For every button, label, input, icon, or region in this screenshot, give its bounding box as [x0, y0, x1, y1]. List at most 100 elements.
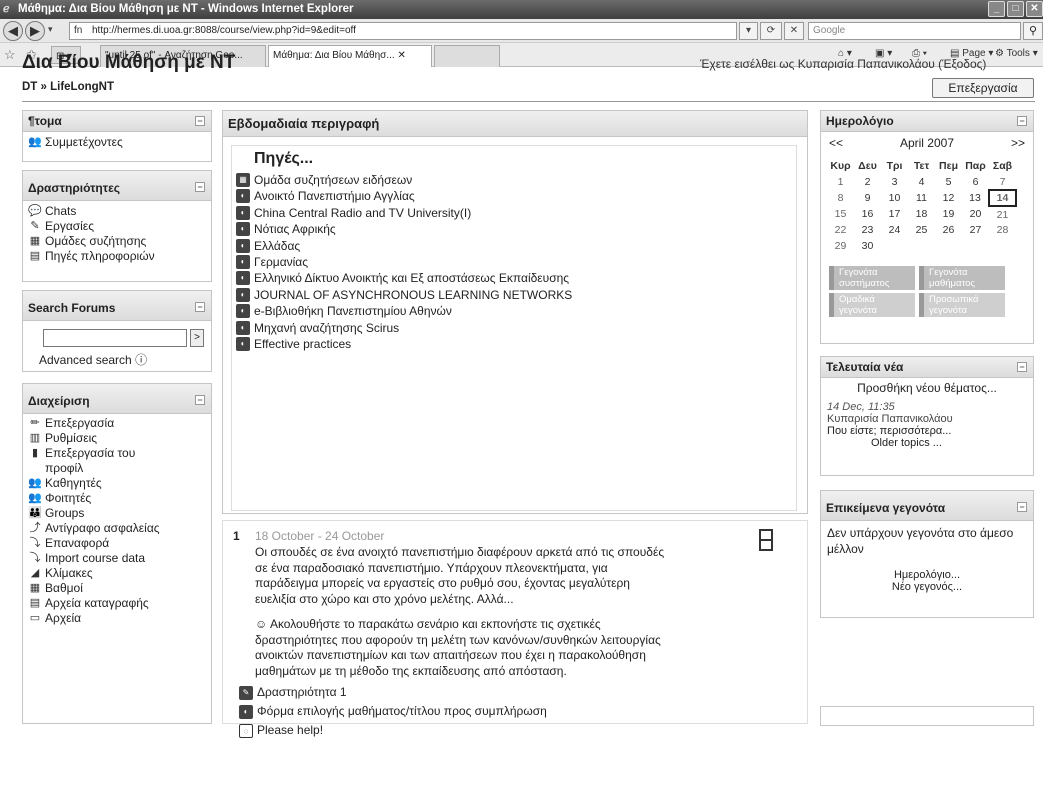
close-tab-icon[interactable]: ✕: [397, 50, 405, 61]
collapse-icon[interactable]: −: [195, 302, 205, 312]
activity-forums[interactable]: ▦ Ομάδες συζήτησης: [23, 234, 211, 249]
legend-user-events[interactable]: Προσωπικά γεγονότα: [919, 293, 1005, 317]
admin-groups[interactable]: 👪 Groups: [23, 506, 211, 521]
week-activity-label: Please help!: [257, 723, 324, 737]
login-info[interactable]: Έχετε εισέλθει ως Κυπαρισία Παπανικολάου…: [700, 57, 986, 71]
week-activity[interactable]: ◌ Please help!: [235, 721, 795, 740]
calendar-next-link[interactable]: >>: [1011, 132, 1025, 154]
collapse-icon[interactable]: −: [1017, 116, 1027, 126]
participants-label: Συμμετέχοντες: [45, 135, 123, 149]
advanced-search-link[interactable]: Advanced search ⓘ: [39, 351, 147, 368]
legend-system-events[interactable]: Γεγονότα συστήματος: [829, 266, 915, 290]
history-dropdown-icon[interactable]: ▾: [48, 24, 53, 35]
source-item[interactable]: ◐ Ελλάδας: [232, 238, 792, 254]
week-activity[interactable]: ◐ Φόρμα επιλογής μαθήματος/τίτλου προς συ…: [235, 702, 795, 721]
source-item[interactable]: ◐ Γερμανίας: [232, 254, 792, 270]
source-item[interactable]: ◐ Ανοικτό Πανεπιστήμιο Αγγλίας: [232, 188, 792, 204]
maximize-button[interactable]: □: [1007, 1, 1024, 17]
collapse-icon[interactable]: −: [1017, 502, 1027, 512]
admin-profile-edit-cont[interactable]: προφίλ: [23, 461, 211, 476]
source-item[interactable]: ◐ Effective practices: [232, 336, 792, 352]
search-input[interactable]: Google: [808, 22, 1021, 40]
source-item[interactable]: ◐ JOURNAL OF ASYNCHRONOUS LEARNING NETWOR…: [232, 287, 792, 303]
legend-course-events[interactable]: Γεγονότα μαθήματος: [919, 266, 1005, 290]
back-button[interactable]: ◀: [3, 21, 23, 41]
add-topic-link[interactable]: Προσθήκη νέου θέματος...: [821, 381, 1033, 395]
weekday: Κυρ: [830, 160, 851, 172]
source-item[interactable]: ◐ Ελληνικό Δίκτυο Ανοικτής και Εξ αποστάσ…: [232, 270, 792, 286]
logs-icon: ▤: [29, 597, 41, 609]
admin-edit[interactable]: ✏ Επεξεργασία: [23, 416, 211, 431]
forward-button[interactable]: ▶: [25, 21, 45, 41]
news-headline[interactable]: Που είστε; περισσότερα...: [821, 425, 1033, 437]
collapse-icon[interactable]: −: [195, 395, 205, 405]
calendar-link[interactable]: Ημερολόγιο...: [821, 569, 1033, 581]
source-item[interactable]: ◐ China Central Radio and TV University(I…: [232, 205, 792, 221]
resource-icon: ▤: [29, 250, 41, 262]
admin-students[interactable]: 👥 Φοιτητές: [23, 491, 211, 506]
source-label: Νότιας Αφρικής: [254, 222, 336, 237]
minimize-button[interactable]: _: [988, 1, 1005, 17]
news-author: Κυπαρισία Παπανικολάου: [827, 413, 953, 425]
stop-icon[interactable]: ✕: [784, 22, 804, 40]
calendar-day: 25: [915, 224, 928, 236]
calendar-grid: Κυρ Δευ Τρι Τετ Πεμ Παρ Σαβ 1 2 3 4 5 6 …: [827, 158, 1017, 254]
admin-logs[interactable]: ▤ Αρχεία καταγραφής: [23, 596, 211, 611]
forum-search-go-button[interactable]: >: [190, 329, 204, 347]
tools-menu[interactable]: ⚙ Tools ▾: [995, 48, 1038, 59]
admin-import[interactable]: ⤵ Import course data: [23, 551, 211, 566]
admin-backup[interactable]: ⤴ Αντίγραφο ασφαλείας: [23, 521, 211, 536]
collapse-icon[interactable]: −: [195, 116, 205, 126]
collapse-icon[interactable]: −: [1017, 362, 1027, 372]
favorites-star-icon[interactable]: ☆: [4, 47, 16, 63]
participants-link[interactable]: 👥 Συμμετέχοντες: [23, 135, 211, 150]
upcoming-events-block: Επικείμενα γεγονότα − Δεν υπάρχουν γεγονό…: [820, 490, 1034, 618]
older-topics-link[interactable]: Older topics ...: [821, 437, 1033, 449]
search-icon[interactable]: ⚲: [1023, 22, 1043, 40]
legend-group-events[interactable]: Ομαδικά γεγονότα: [829, 293, 915, 317]
help-icon[interactable]: ⓘ: [135, 353, 147, 367]
people-block-title: ¶τομα: [28, 114, 62, 128]
settings-icon: ▥: [29, 432, 41, 444]
edit-mode-button[interactable]: Επεξεργασία: [932, 78, 1034, 98]
admin-files[interactable]: ▭ Αρχεία: [23, 611, 211, 626]
new-event-link[interactable]: Νέο γεγονός...: [821, 581, 1033, 593]
admin-label: Κλίμακες: [45, 566, 93, 580]
activity-label: Πηγές πληροφοριών: [45, 249, 155, 263]
source-item[interactable]: ◐ Νότιας Αφρικής: [232, 221, 792, 237]
calendar-day: 8: [837, 192, 844, 204]
tab-course[interactable]: Μάθημα: Δια Βίου Μάθησ... ✕: [268, 45, 432, 67]
site-title: Δια Βίου Μάθηση με NT: [22, 52, 236, 73]
new-tab-button[interactable]: [434, 45, 500, 67]
calendar-day: 23: [861, 224, 874, 236]
refresh-icon[interactable]: ⟳: [760, 22, 782, 40]
close-window-button[interactable]: ✕: [1026, 1, 1043, 17]
news-date: 14 Dec, 11:35: [827, 401, 895, 413]
breadcrumb[interactable]: DT » LifeLongNT: [22, 81, 114, 93]
source-item[interactable]: ▦ Ομάδα συζητήσεων ειδήσεων: [232, 172, 792, 188]
address-dropdown-icon[interactable]: ▾: [739, 22, 758, 40]
forum-search-input[interactable]: [43, 329, 187, 347]
summary-line: ευελιξία στο χώρο και στο χρόνο μελέτης.…: [255, 591, 514, 606]
admin-grades[interactable]: ▦ Βαθμοί: [23, 581, 211, 596]
search-forums-title: Search Forums: [28, 301, 116, 315]
week-activity[interactable]: ✎ Δραστηριότητα 1: [235, 683, 795, 702]
show-only-week-icon[interactable]: [759, 529, 773, 551]
files-icon: ▭: [29, 612, 41, 624]
source-item[interactable]: ◐ e-Βιβλιοθήκη Πανεπιστημίου Αθηνών: [232, 303, 792, 319]
collapse-icon[interactable]: −: [195, 182, 205, 192]
admin-teachers[interactable]: 👥 Καθηγητές: [23, 476, 211, 491]
weekly-outline-block: Εβδομαδιαία περιγραφή Πηγές... ▦ Ομάδα συ…: [222, 110, 808, 514]
admin-restore[interactable]: ⤵ Επαναφορά: [23, 536, 211, 551]
address-input[interactable]: fn http://hermes.di.uoa.gr:8088/course/v…: [69, 22, 737, 40]
activity-assignments[interactable]: ✎ Εργασίες: [23, 219, 211, 234]
activities-block: Δραστηριότητες − 💬 Chats ✎ Εργασίες ▦ Ομάδες…: [22, 170, 212, 282]
admin-profile-edit[interactable]: ▮ Επεξεργασία του: [23, 446, 211, 461]
admin-scales[interactable]: ◢ Κλίμακες: [23, 566, 211, 581]
scenario-line: μαθημάτων με τη μέθοδο της εκπαίδευσης α…: [255, 663, 567, 678]
activity-resources[interactable]: ▤ Πηγές πληροφοριών: [23, 249, 211, 264]
admin-settings[interactable]: ▥ Ρυθμίσεις: [23, 431, 211, 446]
restore-icon: ⤵: [29, 537, 41, 549]
activity-chats[interactable]: 💬 Chats: [23, 204, 211, 219]
source-item[interactable]: ◐ Μηχανή αναζήτησης Scirus: [232, 320, 792, 336]
